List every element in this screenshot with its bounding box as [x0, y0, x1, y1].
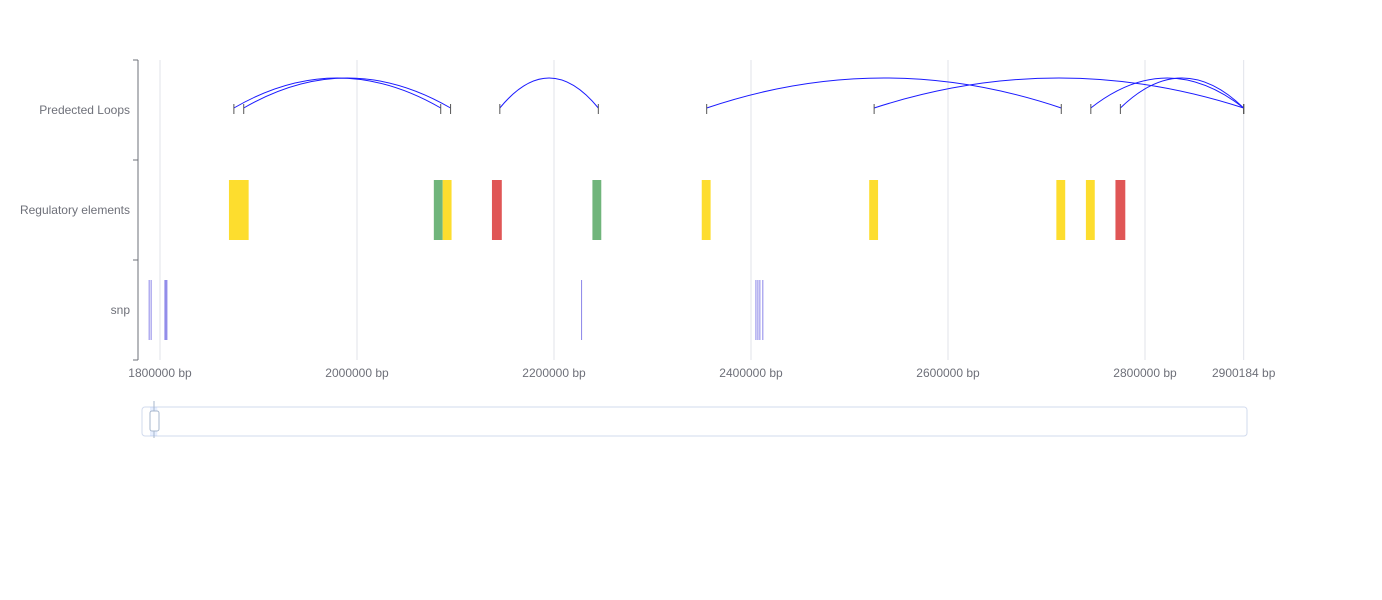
loop-arc	[873, 77, 1244, 109]
loop-arc	[1090, 77, 1244, 109]
x-tick-label: 2600000 bp	[916, 366, 980, 380]
x-tick-label: 2800000 bp	[1113, 366, 1177, 380]
labels-layer: 1800000 bp 2000000 bp 2200000 bp 2400000 bp…	[20, 103, 1276, 380]
genome-chart: 1800000 bp 2000000 bp 2200000 bp 2400000 bp…	[20, 59, 1276, 438]
track-label: Regulatory elements	[20, 203, 130, 217]
regulatory-element	[592, 180, 602, 240]
loop-arc	[243, 77, 451, 109]
regulatory-element	[1085, 180, 1095, 240]
zoom-track[interactable]	[141, 406, 1248, 437]
x-tick-label: 1800000 bp	[128, 366, 192, 380]
x-tick-label: 2200000 bp	[522, 366, 586, 380]
regulatory-element	[433, 180, 443, 240]
regulatory-element	[701, 180, 711, 240]
loop-arc	[706, 77, 1062, 109]
regulatory-element	[228, 180, 249, 240]
x-tick-label: 2000000 bp	[325, 366, 389, 380]
regulatory-elements-layer	[228, 180, 1126, 240]
regulatory-element	[1056, 180, 1066, 240]
loop-arc	[233, 77, 441, 109]
regulatory-element	[491, 180, 502, 240]
track-label: snp	[111, 303, 131, 317]
loops-layer	[233, 77, 1245, 114]
loop-arc	[499, 77, 599, 109]
axes-layer	[133, 59, 139, 361]
snps-layer	[148, 280, 764, 340]
regulatory-element	[442, 180, 452, 240]
track-label: Predected Loops	[39, 103, 130, 117]
x-tick-label: 2900184 bp	[1212, 366, 1276, 380]
regulatory-element	[1115, 180, 1126, 240]
zoom-slider[interactable]	[141, 401, 1248, 438]
x-tick-label: 2400000 bp	[719, 366, 783, 380]
regulatory-element	[869, 180, 879, 240]
zoom-handle[interactable]	[149, 410, 160, 432]
